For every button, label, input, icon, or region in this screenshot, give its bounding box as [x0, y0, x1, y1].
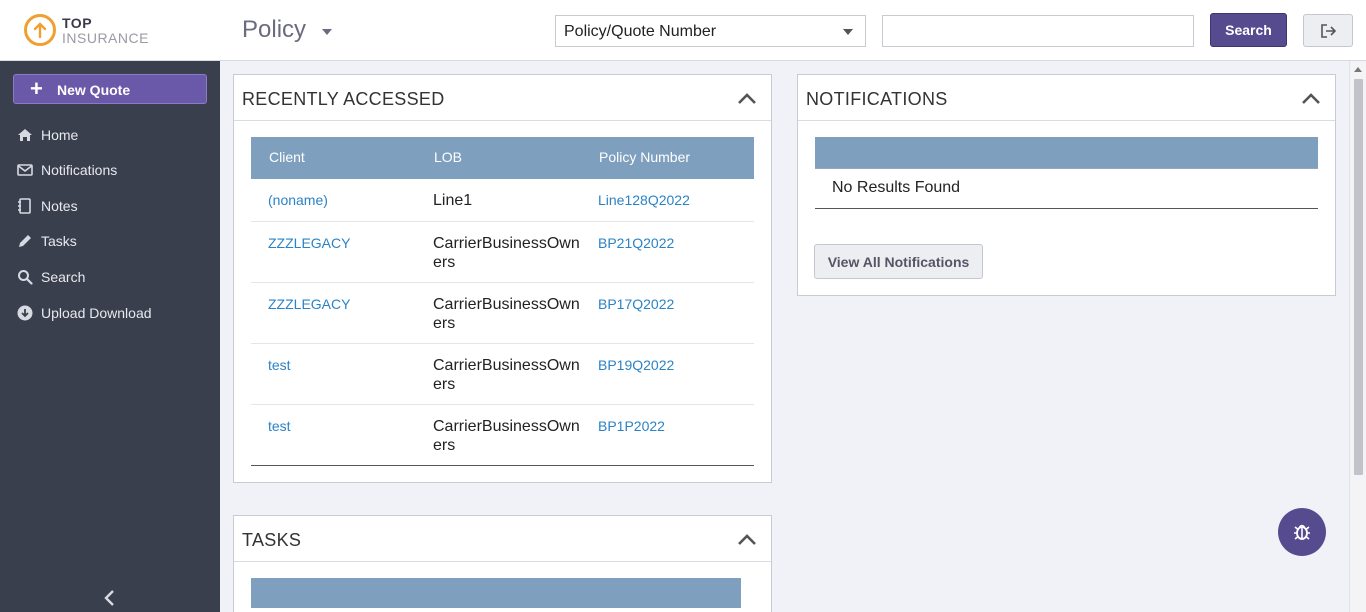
- chevron-left-icon[interactable]: [100, 588, 120, 608]
- client-link[interactable]: test: [268, 357, 291, 373]
- arrow-up-icon: [24, 14, 56, 46]
- sidebar-item-notes[interactable]: Notes: [0, 189, 220, 223]
- search-type-select[interactable]: Policy/Quote Number: [555, 15, 866, 47]
- pencil-icon: [19, 235, 31, 247]
- table-header: Client LOB Policy Number: [251, 137, 754, 179]
- sidebar-item-tasks[interactable]: Tasks: [0, 224, 220, 258]
- notifications-panel: NOTIFICATIONS No Results Found View All …: [797, 74, 1336, 296]
- table-row: test CarrierBusinessOwners BP1P2022: [251, 405, 754, 466]
- policy-number-link[interactable]: BP1P2022: [598, 418, 665, 434]
- client-link[interactable]: test: [268, 418, 291, 434]
- recently-accessed-panel: RECENTLY ACCESSED Client LOB Policy Numb…: [233, 74, 772, 483]
- table-row: ZZZLEGACY CarrierBusinessOwners BP17Q202…: [251, 283, 754, 344]
- search-button[interactable]: Search: [1210, 13, 1287, 47]
- caret-down-icon[interactable]: [322, 29, 332, 35]
- new-quote-label: New Quote: [57, 82, 131, 98]
- envelope-icon: [17, 164, 33, 176]
- tasks-panel: TASKS: [233, 515, 772, 612]
- scroll-up-arrow-icon[interactable]: [1354, 67, 1362, 72]
- search-icon: [18, 270, 33, 285]
- caret-down-icon: [843, 29, 853, 35]
- sidebar-item-notifications[interactable]: Notifications: [0, 153, 220, 187]
- table-row: (noname) Line1 Line128Q2022: [251, 179, 754, 222]
- policy-number-link[interactable]: BP17Q2022: [598, 296, 674, 312]
- sidebar-item-label: Notes: [41, 198, 78, 214]
- panel-title: RECENTLY ACCESSED: [242, 89, 445, 109]
- column-header-client[interactable]: Client: [269, 149, 305, 165]
- no-results-text: No Results Found: [832, 179, 961, 196]
- lob-cell: CarrierBusinessOwners: [433, 235, 580, 271]
- lob-cell: CarrierBusinessOwners: [433, 296, 580, 332]
- chevron-up-icon[interactable]: [737, 91, 757, 105]
- view-all-notifications-button[interactable]: View All Notifications: [814, 244, 983, 279]
- sidebar-item-home[interactable]: Home: [0, 118, 220, 152]
- client-link[interactable]: (noname): [268, 192, 328, 208]
- sidebar-item-upload-download[interactable]: Upload Download: [0, 296, 220, 330]
- bug-icon: [1294, 524, 1310, 540]
- top-header: TOP INSURANCE Policy Policy/Quote Number…: [0, 0, 1366, 61]
- table-row: ZZZLEGACY CarrierBusinessOwners BP21Q202…: [251, 222, 754, 283]
- sidebar: + New Quote Home Notifications Notes Tas…: [0, 61, 220, 612]
- sidebar-item-label: Upload Download: [41, 305, 152, 321]
- brand-line2: INSURANCE: [62, 30, 149, 46]
- client-link[interactable]: ZZZLEGACY: [268, 296, 350, 312]
- policy-number-link[interactable]: BP19Q2022: [598, 357, 674, 373]
- column-header-policy-number[interactable]: Policy Number: [599, 149, 690, 165]
- logout-icon: [1321, 24, 1337, 38]
- empty-state: No Results Found: [815, 168, 1318, 209]
- column-header-lob[interactable]: LOB: [434, 149, 462, 165]
- panel-title: TASKS: [242, 530, 302, 550]
- download-icon: [17, 305, 33, 321]
- sidebar-item-label: Search: [41, 269, 86, 285]
- divider: [798, 120, 1335, 121]
- plus-icon: +: [30, 76, 43, 101]
- table-header: [251, 578, 741, 608]
- search-type-value: Policy/Quote Number: [564, 23, 717, 40]
- policy-number-link[interactable]: BP21Q2022: [598, 235, 674, 251]
- sidebar-item-label: Notifications: [41, 162, 118, 178]
- panel-title: NOTIFICATIONS: [806, 89, 948, 109]
- brand-logo[interactable]: TOP INSURANCE: [24, 13, 164, 49]
- bug-report-button[interactable]: [1278, 508, 1326, 556]
- lob-cell: Line1: [433, 192, 473, 209]
- lob-cell: CarrierBusinessOwners: [433, 357, 580, 393]
- notebook-icon: [18, 198, 31, 214]
- new-quote-button[interactable]: + New Quote: [13, 74, 207, 104]
- search-input[interactable]: [882, 15, 1194, 47]
- policy-number-link[interactable]: Line128Q2022: [598, 192, 690, 208]
- table-row: test CarrierBusinessOwners BP19Q2022: [251, 344, 754, 405]
- sidebar-item-label: Home: [41, 127, 79, 143]
- table-header: [815, 137, 1318, 168]
- sidebar-item-label: Tasks: [41, 233, 77, 249]
- lob-cell: CarrierBusinessOwners: [433, 418, 580, 454]
- divider: [234, 120, 771, 121]
- divider: [234, 561, 771, 562]
- brand-line1: TOP: [62, 15, 93, 31]
- sidebar-item-search[interactable]: Search: [0, 260, 220, 294]
- home-icon: [18, 129, 32, 141]
- scroll-thumb[interactable]: [1354, 79, 1363, 475]
- chevron-up-icon[interactable]: [1301, 91, 1321, 105]
- module-selector[interactable]: Policy: [242, 16, 306, 44]
- chevron-up-icon[interactable]: [737, 532, 757, 546]
- client-link[interactable]: ZZZLEGACY: [268, 235, 350, 251]
- page-scrollbar[interactable]: [1349, 61, 1366, 612]
- logout-button[interactable]: [1303, 14, 1353, 47]
